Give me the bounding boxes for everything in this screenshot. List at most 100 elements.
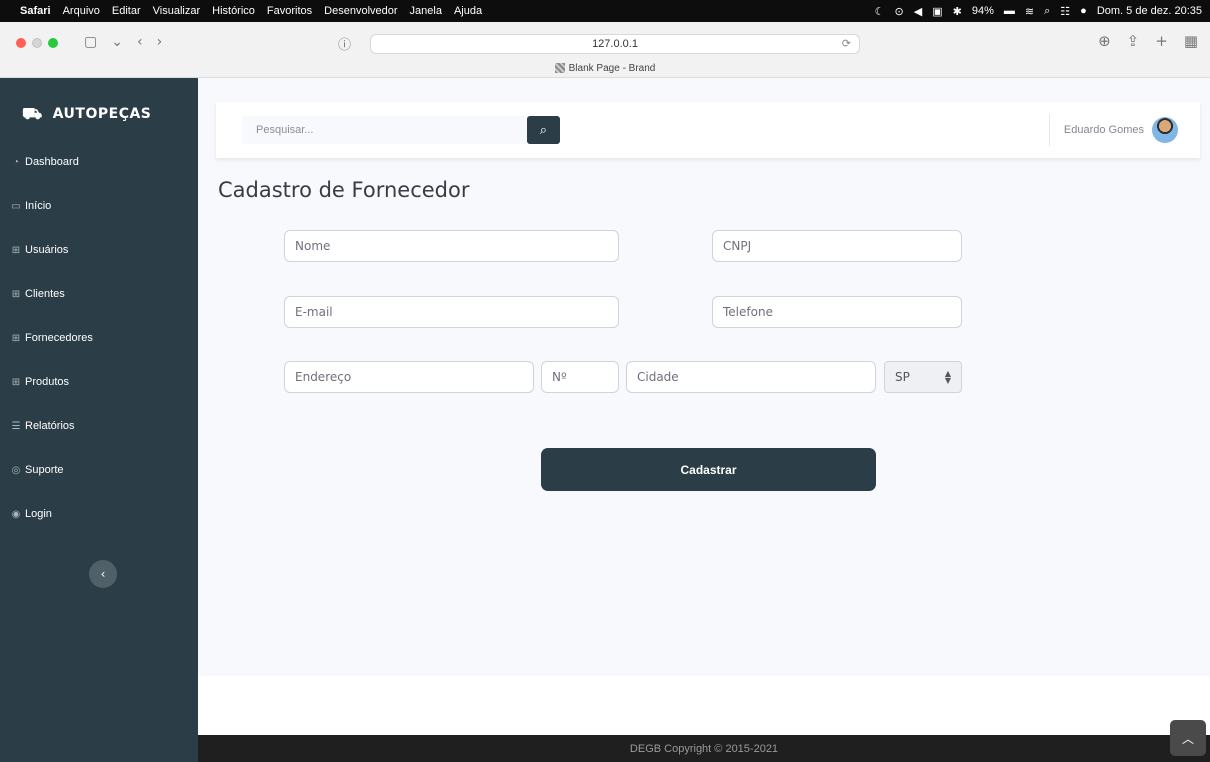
menu-item-safari[interactable]: Safari <box>20 5 51 17</box>
flag-icon[interactable]: ▣ <box>932 5 942 18</box>
email-field[interactable] <box>284 296 619 328</box>
search-button[interactable]: ⌕ <box>526 116 560 144</box>
download-icon[interactable]: ⊕ <box>1098 32 1111 50</box>
sidebar-item-usuarios[interactable]: ⊞ Usuários <box>0 228 198 272</box>
telefone-field[interactable] <box>712 296 962 328</box>
sidebar-item-dashboard[interactable]: ◔ Dashboard <box>0 140 198 184</box>
cadastrar-button[interactable]: Cadastrar <box>541 448 876 491</box>
tab-overview-icon[interactable]: ▦ <box>1184 32 1198 50</box>
menu-item-arquivo[interactable]: Arquivo <box>63 5 100 17</box>
sidebar-item-label: Início <box>25 200 52 212</box>
endereco-field[interactable] <box>284 361 534 393</box>
back-icon[interactable]: ‹ <box>137 34 143 50</box>
home-icon: ▭ <box>11 200 21 212</box>
chevron-up-icon: ︿ <box>1181 731 1194 746</box>
sidebar-item-produtos[interactable]: ⊞ Produtos <box>0 360 198 404</box>
control-center-icon[interactable]: ☷ <box>1060 5 1070 18</box>
minimize-window-button[interactable] <box>32 38 42 48</box>
cnpj-field[interactable] <box>712 230 962 262</box>
user-menu[interactable]: Eduardo Gomes <box>1048 114 1178 146</box>
table-icon: ⊞ <box>11 288 21 300</box>
brand[interactable]: ⛟ AUTOPEÇAS <box>22 104 151 124</box>
zoom-window-button[interactable] <box>48 38 58 48</box>
bluetooth-icon[interactable]: ✱ <box>953 5 962 18</box>
share-icon[interactable]: ⇪ <box>1127 32 1140 50</box>
chevron-down-icon[interactable]: ⌄ <box>111 34 123 50</box>
chevron-left-icon: ‹ <box>100 567 106 581</box>
numero-field[interactable] <box>541 361 619 393</box>
sidebar-item-label: Clientes <box>25 288 65 300</box>
menu-item-desenvolvedor[interactable]: Desenvolvedor <box>324 5 397 17</box>
sidebar: ⛟ AUTOPEÇAS ◔ Dashboard ▭ Início ⊞ Usuár… <box>0 78 198 762</box>
sidebar-toggle-icon[interactable]: ▢ <box>84 34 97 50</box>
menu-item-editar[interactable]: Editar <box>112 5 141 17</box>
search-icon: ⌕ <box>539 122 547 138</box>
sidebar-item-clientes[interactable]: ⊞ Clientes <box>0 272 198 316</box>
list-icon: ☰ <box>11 420 21 432</box>
content-bottom <box>198 676 1210 735</box>
siri-icon[interactable]: ● <box>1080 5 1087 17</box>
menu-item-historico[interactable]: Histórico <box>212 5 255 17</box>
cidade-field[interactable] <box>626 361 876 393</box>
clock[interactable]: Dom. 5 de dez. 20:35 <box>1097 5 1202 17</box>
volume-icon[interactable]: ◀︎ <box>914 5 922 18</box>
table-icon: ⊞ <box>11 332 21 344</box>
address-bar[interactable]: 127.0.0.1 ⟳ <box>370 34 860 54</box>
scroll-to-top-button[interactable]: ︿ <box>1170 720 1206 756</box>
menu-item-janela[interactable]: Janela <box>410 5 442 17</box>
reload-icon[interactable]: ⟳ <box>842 37 851 50</box>
battery-icon[interactable]: ▬ <box>1004 5 1015 17</box>
focus-icon[interactable]: ☾ <box>875 5 885 18</box>
sidebar-item-fornecedores[interactable]: ⊞ Fornecedores <box>0 316 198 360</box>
spotlight-icon[interactable]: ⌕ <box>1044 5 1050 18</box>
forward-icon[interactable]: › <box>157 34 163 50</box>
close-window-button[interactable] <box>16 38 26 48</box>
sidebar-item-label: Fornecedores <box>25 332 93 344</box>
menu-item-ajuda[interactable]: Ajuda <box>454 5 482 17</box>
estado-value: SP <box>895 370 910 384</box>
sidebar-item-label: Relatórios <box>25 420 75 432</box>
select-arrows-icon: ▲ ▼ <box>944 369 951 385</box>
battery-percent: 94% <box>971 5 994 17</box>
browser-toolbar: ▢ ⌄ ‹ › ⓘ 127.0.0.1 ⟳ ⊕ ⇪ + ▦ Blank Page… <box>0 22 1210 78</box>
sidebar-nav: ◔ Dashboard ▭ Início ⊞ Usuários ⊞ Client… <box>0 140 198 536</box>
menu-bar: Safari Arquivo Editar Visualizar Históri… <box>0 0 1210 22</box>
tab-title[interactable]: Blank Page - Brand <box>569 63 656 74</box>
sidebar-item-relatorios[interactable]: ☰ Relatórios <box>0 404 198 448</box>
sidebar-item-label: Usuários <box>25 244 69 256</box>
nav-buttons: ▢ ⌄ ‹ › <box>84 34 162 50</box>
copyright-text: DEGB Copyright © 2015-2021 <box>629 742 779 755</box>
sidebar-item-label: Produtos <box>25 376 70 388</box>
tab-bar: Blank Page - Brand <box>0 58 1210 78</box>
table-icon: ⊞ <box>11 376 21 388</box>
search-form: ⌕ <box>242 116 560 144</box>
sidebar-item-suporte[interactable]: ◎ Suporte <box>0 448 198 492</box>
sidebar-item-login[interactable]: ◉ Login <box>0 492 198 536</box>
page-title: Cadastro de Fornecedor <box>218 178 470 202</box>
car-icon: ⛟ <box>22 103 43 123</box>
support-icon: ◎ <box>11 464 21 476</box>
new-tab-icon[interactable]: + <box>1155 32 1168 50</box>
user-name: Eduardo Gomes <box>1063 124 1144 136</box>
favicon-icon <box>554 63 565 73</box>
sidebar-toggle-button[interactable]: ‹ <box>89 560 117 588</box>
info-icon[interactable]: ⓘ <box>338 34 351 53</box>
nome-field[interactable] <box>284 230 619 262</box>
menu-item-visualizar[interactable]: Visualizar <box>153 5 201 17</box>
estado-select[interactable]: SP ▲ ▼ <box>884 361 962 393</box>
window-controls <box>16 38 58 48</box>
status-area: ☾ ⊙ ◀︎ ▣ ✱ 94% ▬ ≋ ⌕ ☷ ● Dom. 5 de dez. … <box>875 5 1202 18</box>
topbar: ⌕ Eduardo Gomes <box>216 102 1200 158</box>
url-text: 127.0.0.1 <box>592 38 638 50</box>
sidebar-item-label: Login <box>25 508 52 520</box>
search-input[interactable] <box>242 116 527 144</box>
play-icon[interactable]: ⊙ <box>895 5 904 18</box>
sidebar-item-label: Dashboard <box>25 156 79 168</box>
brand-name: AUTOPEÇAS <box>52 106 152 122</box>
app-menu: Safari Arquivo Editar Visualizar Históri… <box>20 5 482 17</box>
sidebar-item-inicio[interactable]: ▭ Início <box>0 184 198 228</box>
dashboard-icon: ◔ <box>12 156 20 168</box>
wifi-icon[interactable]: ≋ <box>1025 5 1034 18</box>
sidebar-item-label: Suporte <box>25 464 64 476</box>
menu-item-favoritos[interactable]: Favoritos <box>267 5 312 17</box>
